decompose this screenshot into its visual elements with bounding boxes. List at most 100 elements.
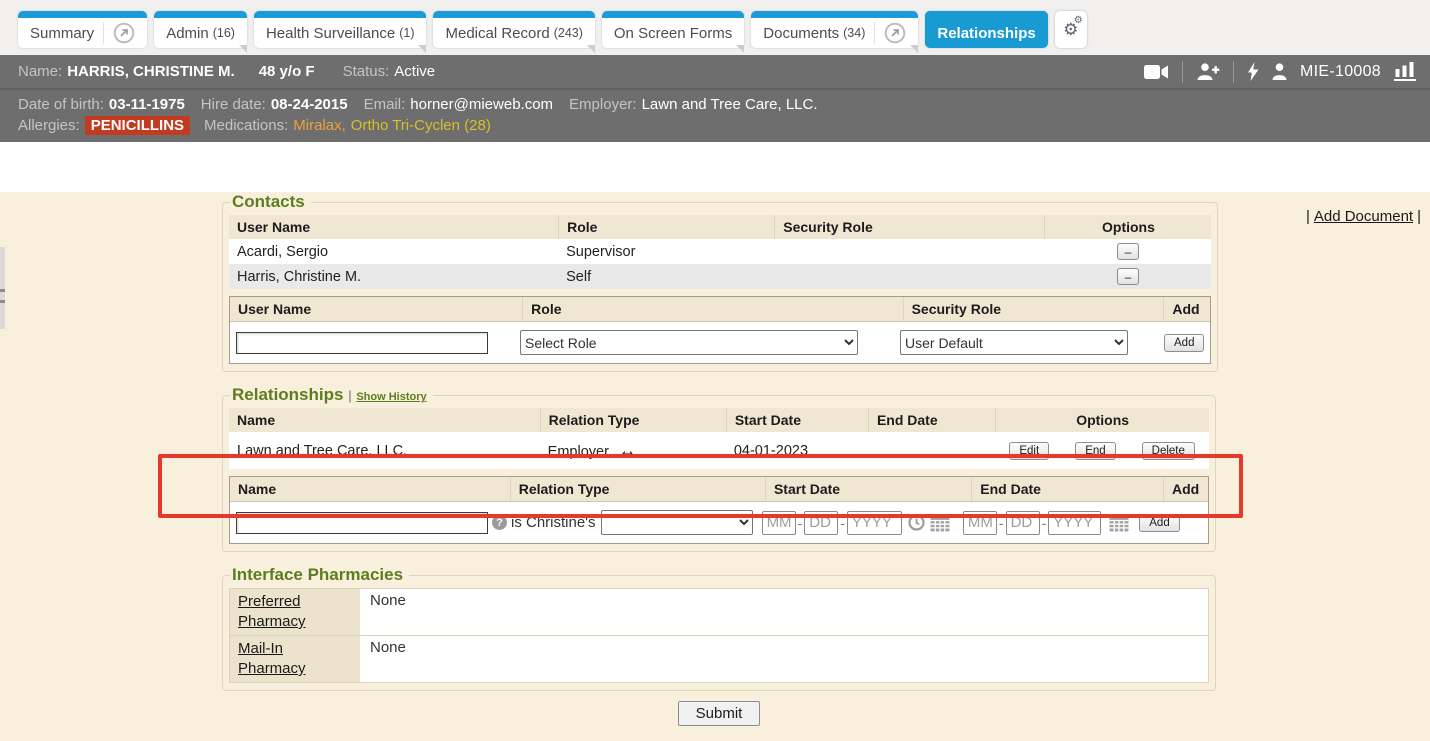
tab-relationships[interactable]: Relationships: [925, 11, 1047, 48]
tab-on-screen-forms[interactable]: On Screen Forms: [602, 11, 744, 48]
tab-bar: Summary Admin (16) Health Surveillance (…: [0, 0, 1430, 55]
bidirectional-arrow-icon: ↔: [619, 441, 636, 460]
pipe-left: |: [1306, 208, 1310, 225]
contact-role-select[interactable]: Select Role: [520, 330, 858, 355]
start-year-input[interactable]: [847, 511, 902, 535]
contact-username-input[interactable]: [236, 332, 488, 354]
remove-contact-button[interactable]: –: [1117, 243, 1140, 260]
contact-role: Self: [558, 267, 774, 287]
quick-action-button[interactable]: [1247, 62, 1259, 81]
contact-security-role: [774, 250, 1044, 254]
delete-relationship-button[interactable]: Delete: [1142, 442, 1195, 460]
divider: [1233, 61, 1234, 83]
mail-in-pharmacy-link[interactable]: Mail-In Pharmacy: [238, 640, 306, 677]
end-year-input[interactable]: [1048, 511, 1101, 535]
start-time-picker-button[interactable]: [908, 514, 925, 531]
tab-admin[interactable]: Admin (16): [154, 11, 247, 48]
tab-summary-label: Summary: [30, 25, 94, 42]
tab-medical-record-count: (243): [554, 26, 583, 40]
popout-icon: [113, 22, 135, 44]
tab-summary[interactable]: Summary: [18, 11, 147, 48]
dash: -: [798, 515, 803, 531]
tab-medical-record-label: Medical Record: [445, 25, 549, 42]
pipe: |: [348, 388, 351, 403]
rel-header-end-date: End Date: [868, 408, 995, 432]
relationships-header-row: Name Relation Type Start Date End Date O…: [229, 408, 1209, 432]
help-icon[interactable]: ?: [492, 515, 507, 530]
contact-security-role-select[interactable]: User Default: [900, 330, 1128, 355]
bar-chart-icon: [1394, 62, 1416, 77]
relationship-name-input[interactable]: [236, 512, 488, 534]
video-call-button[interactable]: [1144, 64, 1169, 80]
allergy-badge[interactable]: PENICILLINS: [85, 116, 190, 135]
end-relationship-button[interactable]: End: [1075, 442, 1115, 460]
employer-value: Lawn and Tree Care, LLC.: [642, 96, 818, 113]
preferred-pharmacy-link[interactable]: Preferred Pharmacy: [238, 593, 306, 630]
add-rel-header-end-date: End Date: [971, 477, 1163, 501]
employer-label: Employer:: [569, 96, 637, 113]
tab-settings-button[interactable]: ⚙ ⚙: [1055, 11, 1087, 48]
add-contact-header-add: Add: [1163, 297, 1210, 321]
medication-link-1[interactable]: Miralax,: [293, 117, 346, 134]
end-day-input[interactable]: [1006, 511, 1040, 535]
rel-header-options: Options: [995, 408, 1209, 432]
show-history-link[interactable]: Show History: [356, 391, 426, 403]
dob-label: Date of birth:: [18, 96, 104, 113]
add-contact-button[interactable]: Add: [1164, 334, 1204, 352]
end-month-input[interactable]: [963, 511, 997, 535]
end-date-picker-button[interactable]: [1109, 514, 1129, 532]
dash: -: [840, 515, 845, 531]
rel-header-relation-type: Relation Type: [540, 408, 726, 432]
tab-documents[interactable]: Documents (34): [751, 11, 918, 48]
interface-pharmacies-section: Interface Pharmacies Preferred Pharmacy …: [222, 565, 1216, 691]
chart-button[interactable]: [1394, 62, 1416, 81]
contacts-title: Contacts: [230, 192, 311, 212]
relation-type-select[interactable]: [601, 510, 753, 535]
tab-admin-count: (16): [213, 26, 235, 40]
contacts-header-username: User Name: [229, 215, 558, 239]
user-button[interactable]: [1272, 63, 1287, 80]
tab-submenu-notch: [587, 45, 595, 53]
edit-relationship-button[interactable]: Edit: [1009, 442, 1049, 460]
add-contact-header-username: User Name: [230, 297, 522, 321]
contact-row: Acardi, Sergio Supervisor –: [229, 239, 1211, 264]
contact-username: Harris, Christine M.: [229, 267, 558, 287]
preferred-pharmacy-value: None: [360, 589, 1208, 635]
add-contact-button[interactable]: [1196, 63, 1220, 80]
remove-contact-button[interactable]: –: [1117, 268, 1140, 285]
dob-value: 03-11-1975: [109, 96, 185, 113]
lightning-bolt-icon: [1247, 62, 1259, 81]
tab-on-screen-forms-label: On Screen Forms: [614, 25, 732, 42]
tab-health-surveillance-label: Health Surveillance: [266, 25, 395, 42]
add-relationship-input-row: ? is Christine's - -: [230, 502, 1208, 543]
start-month-input[interactable]: [762, 511, 796, 535]
email-value: horner@mieweb.com: [410, 96, 553, 113]
divider: [1182, 61, 1183, 83]
add-relationship-button[interactable]: Add: [1139, 514, 1179, 532]
contact-username: Acardi, Sergio: [229, 242, 558, 262]
add-document-link[interactable]: Add Document: [1314, 208, 1413, 225]
medications-label: Medications:: [204, 117, 288, 134]
rel-header-start-date: Start Date: [726, 408, 868, 432]
person-add-icon: [1196, 63, 1220, 80]
contacts-header-options: Options: [1044, 215, 1211, 239]
hire-date-value: 08-24-2015: [271, 96, 348, 113]
start-day-input[interactable]: [804, 511, 838, 535]
add-rel-header-start-date: Start Date: [765, 477, 971, 501]
summary-popout-button[interactable]: [103, 22, 135, 44]
start-date-picker-button[interactable]: [930, 514, 950, 532]
employee-id[interactable]: MIE-10008: [1300, 63, 1381, 81]
tab-medical-record[interactable]: Medical Record (243): [433, 11, 594, 48]
tab-documents-label: Documents: [763, 25, 839, 42]
submit-button[interactable]: Submit: [678, 701, 761, 726]
status-label: Status:: [343, 63, 390, 80]
contacts-section: Contacts User Name Role Security Role Op…: [222, 192, 1218, 372]
relationship-name: Lawn and Tree Care, LLC.: [229, 441, 540, 461]
contact-row: Harris, Christine M. Self –: [229, 264, 1211, 289]
add-contact-input-row: Select Role User Default Add: [230, 322, 1210, 363]
tab-relationships-label: Relationships: [937, 25, 1035, 42]
medication-link-2[interactable]: Ortho Tri-Cyclen (28): [351, 117, 491, 134]
tab-submenu-notch: [910, 45, 918, 53]
documents-popout-button[interactable]: [874, 22, 906, 44]
tab-health-surveillance[interactable]: Health Surveillance (1): [254, 11, 427, 48]
